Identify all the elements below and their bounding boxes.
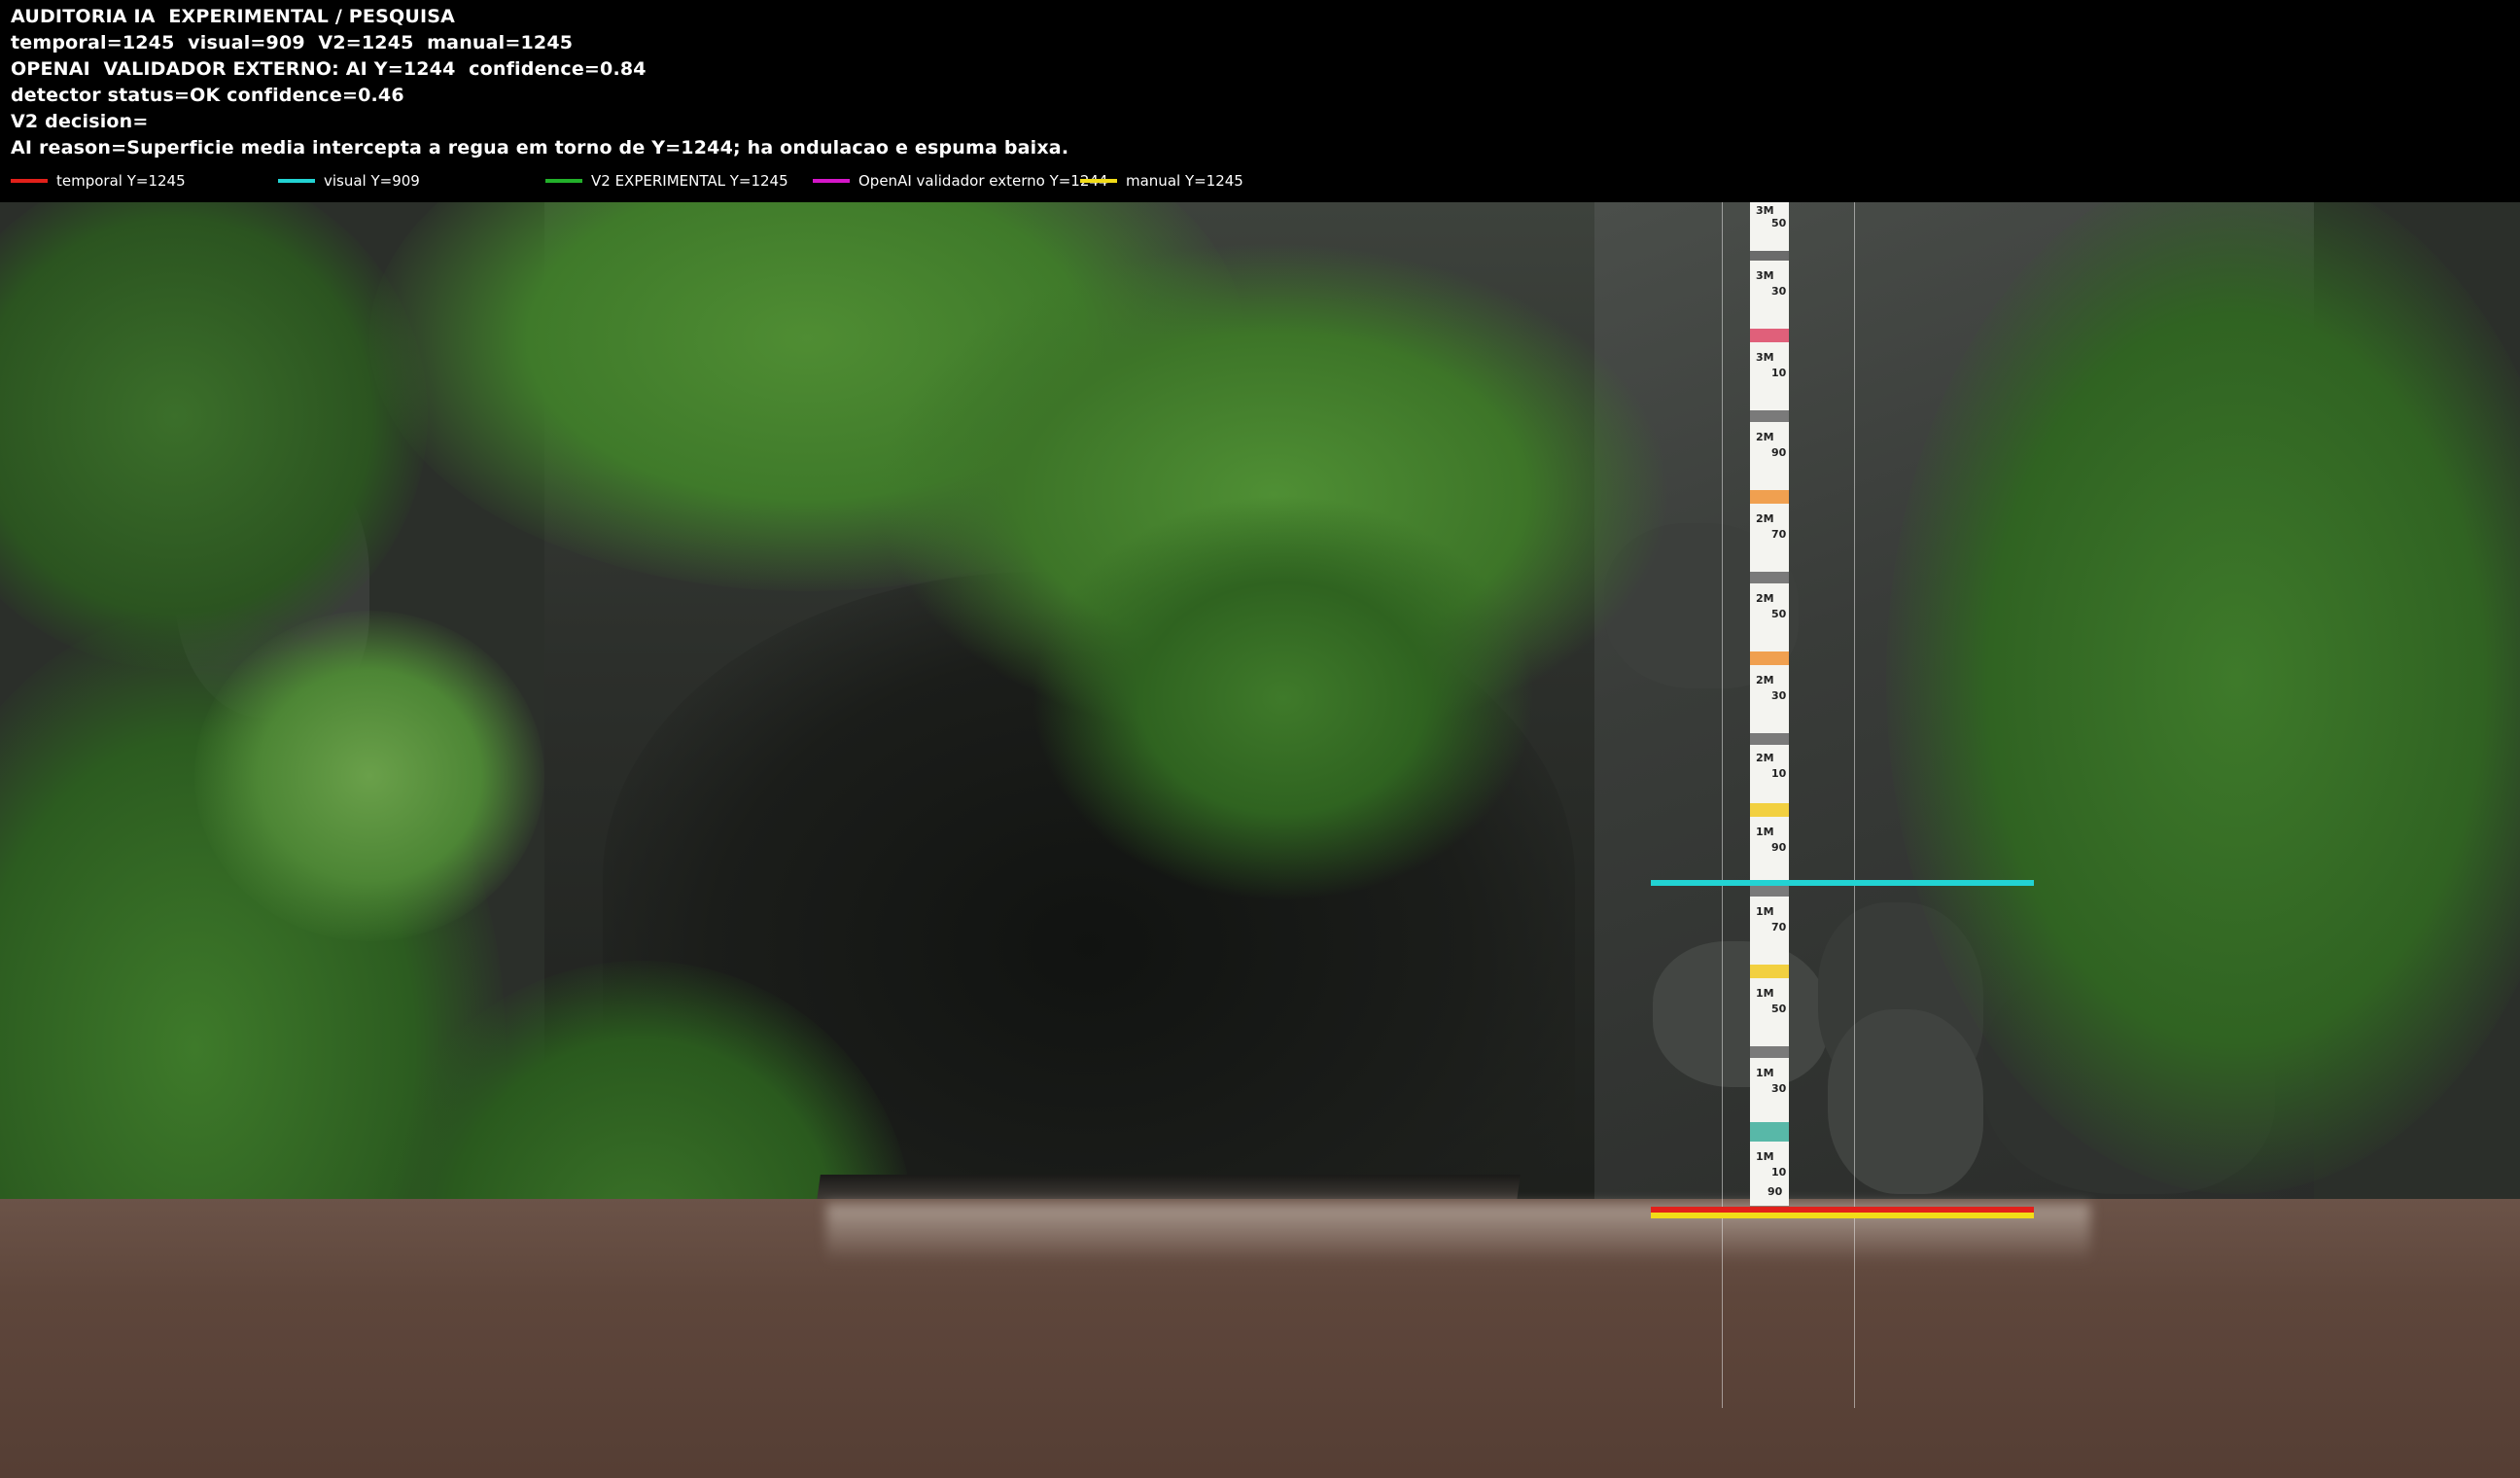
gauge-segment: 2M 70 [1750, 504, 1789, 572]
gauge-label: 90 [1771, 841, 1787, 854]
gauge-label: 10 [1771, 367, 1787, 379]
gauge-label: 2M [1756, 592, 1774, 605]
gauge-segment [1750, 251, 1789, 261]
gauge-segment [1750, 885, 1789, 897]
legend-label-visual: visual Y=909 [324, 172, 420, 190]
gauge-label: 10 [1771, 767, 1787, 780]
readings-summary: temporal=1245 visual=909 V2=1245 manual=… [11, 32, 574, 53]
gauge-segment: 1M 70 [1750, 897, 1789, 965]
gauge-label: 3M [1756, 269, 1774, 282]
gauge-segment: 3M 10 [1750, 342, 1789, 410]
manual-level-line [1651, 1213, 2034, 1218]
gauge-label: 50 [1771, 608, 1787, 620]
gauge-segment [1750, 490, 1789, 504]
boulder [1653, 941, 1828, 1087]
gauge-roi-left-edge [1722, 202, 1723, 1408]
gauge-roi-right-edge [1854, 202, 1855, 1408]
gauge-segment: 2M 50 [1750, 583, 1789, 651]
staff-gauge: 3M 50 3M 30 3M 10 2M 90 2M 70 2M 50 2M 3… [1750, 202, 1789, 1206]
gauge-segment [1750, 651, 1789, 665]
legend-swatch-manual [1080, 179, 1117, 183]
gauge-label: 3M [1756, 204, 1774, 217]
gauge-label: 30 [1771, 1082, 1787, 1095]
legend-swatch-temporal [11, 179, 48, 183]
gauge-label: 2M [1756, 674, 1774, 686]
foliage [194, 611, 544, 941]
gauge-label: 70 [1771, 921, 1787, 933]
foliage [1031, 494, 1536, 902]
legend-label-v2: V2 EXPERIMENTAL Y=1245 [591, 172, 788, 190]
openai-validator-line: OPENAI VALIDADOR EXTERNO: AI Y=1244 conf… [11, 58, 647, 80]
gauge-label: 3M [1756, 351, 1774, 364]
gauge-segment: 2M 10 [1750, 745, 1789, 803]
gauge-label: 1M [1756, 826, 1774, 838]
gauge-segment [1750, 733, 1789, 745]
gauge-label: 2M [1756, 431, 1774, 443]
gauge-label: 1M [1756, 905, 1774, 918]
legend-visual: visual Y=909 [278, 170, 420, 192]
gauge-label: 1M [1756, 1150, 1774, 1163]
gauge-label: 50 [1771, 217, 1787, 229]
gauge-label: 1M [1756, 1067, 1774, 1079]
v2-decision-line: V2 decision= [11, 111, 149, 132]
gauge-segment: 2M 90 [1750, 422, 1789, 490]
gauge-segment [1750, 410, 1789, 422]
gauge-label: 70 [1771, 528, 1787, 541]
ai-reason-line: AI reason=Superficie media intercepta a … [11, 137, 1069, 158]
gauge-label: 30 [1771, 689, 1787, 702]
gauge-label: 1M [1756, 987, 1774, 1000]
legend-label-openai: OpenAI validador externo Y=1244 [858, 172, 1108, 190]
gauge-segment: 3M 50 [1750, 202, 1789, 251]
legend-swatch-openai [813, 179, 850, 183]
legend-temporal: temporal Y=1245 [11, 170, 186, 192]
gauge-segment [1750, 1046, 1789, 1058]
gauge-segment: 1M 50 [1750, 978, 1789, 1046]
gauge-segment [1750, 329, 1789, 342]
detector-status-line: detector status=OK confidence=0.46 [11, 85, 404, 106]
gauge-segment [1750, 965, 1789, 978]
gauge-label: 2M [1756, 752, 1774, 764]
gauge-label: 10 [1771, 1166, 1787, 1179]
gauge-segment: 2M 30 [1750, 665, 1789, 733]
legend-label-manual: manual Y=1245 [1126, 172, 1243, 190]
gauge-segment: 3M 30 [1750, 261, 1789, 329]
camera-frame: 3M 50 3M 30 3M 10 2M 90 2M 70 2M 50 2M 3… [0, 202, 2520, 1478]
gauge-segment: 1M 30 [1750, 1058, 1789, 1122]
boulder [1828, 1009, 1983, 1194]
visual-level-line [1651, 880, 2034, 886]
legend-label-temporal: temporal Y=1245 [56, 172, 186, 190]
gauge-label: 90 [1771, 446, 1787, 459]
gauge-segment [1750, 803, 1789, 817]
audit-title: AUDITORIA IA EXPERIMENTAL / PESQUISA [11, 6, 456, 27]
legend-swatch-visual [278, 179, 315, 183]
legend-swatch-v2 [545, 179, 582, 183]
gauge-segment [1750, 572, 1789, 583]
gauge-segment: 1M 90 [1750, 817, 1789, 885]
gauge-label: 50 [1771, 1003, 1787, 1015]
audit-header: AUDITORIA IA EXPERIMENTAL / PESQUISA tem… [0, 0, 2520, 202]
gauge-label: 30 [1771, 285, 1787, 298]
gauge-segment [1750, 1122, 1789, 1142]
gauge-label: 2M [1756, 512, 1774, 525]
legend-v2: V2 EXPERIMENTAL Y=1245 [545, 170, 788, 192]
gauge-label: 90 [1768, 1185, 1783, 1198]
legend-openai: OpenAI validador externo Y=1244 [813, 170, 1107, 192]
legend-manual: manual Y=1245 [1080, 170, 1243, 192]
gauge-segment: 1M 10 90 [1750, 1142, 1789, 1206]
